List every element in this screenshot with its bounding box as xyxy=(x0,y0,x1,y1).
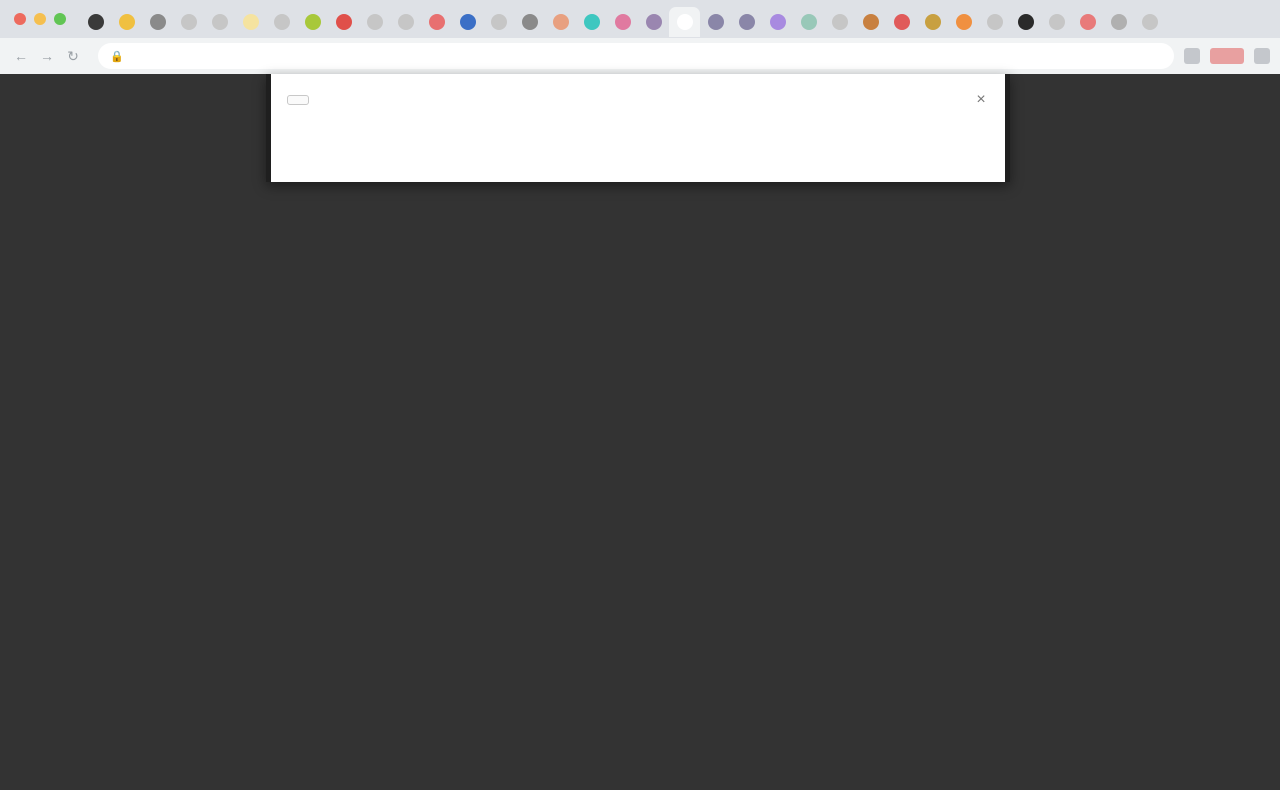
browser-tab[interactable] xyxy=(1010,7,1041,37)
tab-favicon-icon xyxy=(87,14,104,30)
close-window-icon[interactable] xyxy=(14,13,26,25)
tab-favicon-icon xyxy=(211,14,228,30)
tab-favicon-icon xyxy=(707,14,724,30)
browser-tab[interactable] xyxy=(297,7,328,37)
forward-arrow-icon[interactable]: → xyxy=(36,45,58,67)
popup-panel: × xyxy=(266,74,1010,182)
browser-tab[interactable] xyxy=(390,7,421,37)
tab-favicon-icon xyxy=(583,14,600,30)
browser-tab[interactable] xyxy=(576,7,607,37)
browser-tab[interactable] xyxy=(824,7,855,37)
tab-favicon-icon xyxy=(614,14,631,30)
browser-tab[interactable] xyxy=(607,7,638,37)
browser-tab[interactable] xyxy=(328,7,359,37)
address-bar[interactable]: 🔒 xyxy=(98,43,1174,69)
tab-favicon-icon xyxy=(1017,14,1034,30)
tab-favicon-icon xyxy=(304,14,321,30)
tab-favicon-icon xyxy=(273,14,290,30)
popup-header: × xyxy=(271,74,1005,116)
browser-toolbar: ← → ↻ 🔒 xyxy=(0,38,1280,74)
browser-tab[interactable] xyxy=(483,7,514,37)
browser-tab[interactable] xyxy=(917,7,948,37)
window-controls xyxy=(14,13,66,25)
browser-tab[interactable] xyxy=(1072,7,1103,37)
tab-favicon-icon xyxy=(676,14,693,30)
page-content: × xyxy=(0,74,1280,790)
browser-tab[interactable] xyxy=(1134,7,1165,37)
tab-favicon-icon xyxy=(149,14,166,30)
tab-favicon-icon xyxy=(366,14,383,30)
extension-badge-icon[interactable] xyxy=(1210,48,1244,64)
browser-tab[interactable] xyxy=(1041,7,1072,37)
tab-favicon-icon xyxy=(490,14,507,30)
browser-tab[interactable] xyxy=(948,7,979,37)
tab-favicon-icon xyxy=(397,14,414,30)
browser-tab[interactable] xyxy=(266,7,297,37)
browser-tab[interactable] xyxy=(173,7,204,37)
browser-tab[interactable] xyxy=(762,7,793,37)
tab-favicon-icon xyxy=(1048,14,1065,30)
browser-tab[interactable] xyxy=(204,7,235,37)
profile-icon[interactable] xyxy=(1254,48,1270,64)
maximize-window-icon[interactable] xyxy=(54,13,66,25)
browser-tab[interactable] xyxy=(886,7,917,37)
tab-favicon-icon xyxy=(645,14,662,30)
browser-tab[interactable] xyxy=(700,7,731,37)
browser-tab[interactable] xyxy=(80,7,111,37)
popup-title[interactable] xyxy=(287,95,309,105)
tab-favicon-icon xyxy=(800,14,817,30)
browser-tab[interactable] xyxy=(359,7,390,37)
tab-favicon-icon xyxy=(924,14,941,30)
popup-body xyxy=(271,116,1005,132)
minimize-window-icon[interactable] xyxy=(34,13,46,25)
tab-favicon-icon xyxy=(955,14,972,30)
tab-favicon-icon xyxy=(831,14,848,30)
tab-favicon-icon xyxy=(986,14,1003,30)
close-icon[interactable]: × xyxy=(971,90,991,110)
browser-tab[interactable] xyxy=(514,7,545,37)
tab-favicon-icon xyxy=(1079,14,1096,30)
tab-favicon-icon xyxy=(552,14,569,30)
tab-favicon-icon xyxy=(459,14,476,30)
browser-tab[interactable] xyxy=(142,7,173,37)
tab-list xyxy=(80,0,1280,38)
lock-icon: 🔒 xyxy=(110,50,124,63)
browser-tab[interactable] xyxy=(638,7,669,37)
tab-favicon-icon xyxy=(335,14,352,30)
tab-favicon-icon xyxy=(180,14,197,30)
browser-tab[interactable] xyxy=(421,7,452,37)
tab-favicon-icon xyxy=(1141,14,1158,30)
browser-tab[interactable] xyxy=(452,7,483,37)
browser-tab[interactable] xyxy=(545,7,576,37)
browser-tab[interactable] xyxy=(669,7,700,37)
browser-tab[interactable] xyxy=(111,7,142,37)
star-icon[interactable] xyxy=(1184,48,1200,64)
tab-strip xyxy=(0,0,1280,38)
tab-favicon-icon xyxy=(893,14,910,30)
browser-tab[interactable] xyxy=(793,7,824,37)
tab-favicon-icon xyxy=(862,14,879,30)
browser-tab[interactable] xyxy=(979,7,1010,37)
tab-favicon-icon xyxy=(521,14,538,30)
browser-tab[interactable] xyxy=(235,7,266,37)
browser-tab[interactable] xyxy=(855,7,886,37)
tab-favicon-icon xyxy=(1110,14,1127,30)
back-arrow-icon[interactable]: ← xyxy=(10,45,32,67)
browser-tab[interactable] xyxy=(731,7,762,37)
reload-icon[interactable]: ↻ xyxy=(62,45,84,67)
tab-favicon-icon xyxy=(118,14,135,30)
tab-favicon-icon xyxy=(769,14,786,30)
tab-favicon-icon xyxy=(428,14,445,30)
toolbar-extensions xyxy=(1184,48,1270,64)
browser-tab[interactable] xyxy=(1103,7,1134,37)
tab-favicon-icon xyxy=(242,14,259,30)
tab-favicon-icon xyxy=(738,14,755,30)
